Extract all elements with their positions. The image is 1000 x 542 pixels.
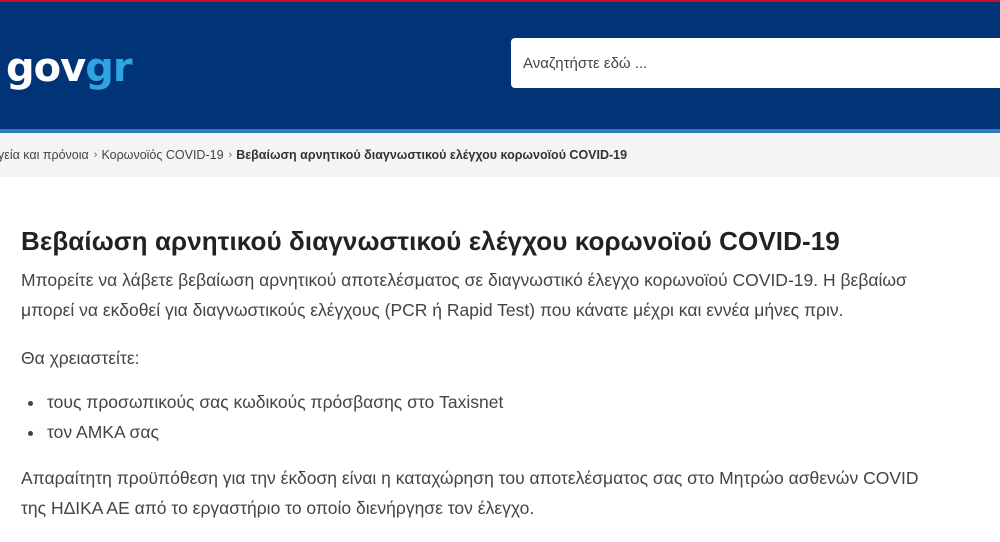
breadcrumb-link-covid[interactable]: Κορωνοϊός COVID-19: [101, 148, 223, 162]
breadcrumb-current: Βεβαίωση αρνητικού διαγνωστικού ελέγχου …: [236, 148, 628, 162]
site-header: govgr: [0, 2, 1000, 129]
precondition-paragraph: Απαραίτητη προϋπόθεση για την έκδοση είν…: [21, 463, 1000, 523]
requirements-list: τους προσωπικούς σας κωδικούς πρόσβασης …: [21, 387, 1000, 447]
intro-line-2: μπορεί να εκδοθεί για διαγνωστικούς ελέγ…: [21, 300, 844, 320]
breadcrumb-list: γεία και πρόνοια › Κορωνοϊός COVID-19 › …: [0, 133, 627, 177]
list-item: τους προσωπικούς σας κωδικούς πρόσβασης …: [45, 387, 1000, 417]
breadcrumb-link-health[interactable]: γεία και πρόνοια: [0, 148, 89, 162]
page-title: Βεβαίωση αρνητικού διαγνωστικού ελέγχου …: [21, 226, 840, 256]
main-content: Βεβαίωση αρνητικού διαγνωστικού ελέγχου …: [21, 222, 1000, 523]
logo-text-gr: gr: [85, 45, 132, 91]
precondition-line-1: Απαραίτητη προϋπόθεση για την έκδοση είν…: [21, 468, 919, 488]
chevron-right-icon: ›: [228, 149, 233, 161]
requirements-heading: Θα χρειαστείτε:: [21, 348, 140, 368]
breadcrumb: γεία και πρόνοια › Κορωνοϊός COVID-19 › …: [0, 133, 1000, 177]
logo-text-gov: gov: [6, 45, 86, 91]
intro-paragraph: Μπορείτε να λάβετε βεβαίωση αρνητικού απ…: [21, 265, 1000, 325]
intro-line-1: Μπορείτε να λάβετε βεβαίωση αρνητικού απ…: [21, 270, 907, 290]
list-item: τον ΑΜΚΑ σας: [45, 417, 1000, 447]
precondition-line-2: της ΗΔΙΚΑ ΑΕ από το εργαστήριο το οποίο …: [21, 498, 535, 518]
chevron-right-icon: ›: [93, 149, 98, 161]
search-input[interactable]: [511, 38, 1000, 88]
govgr-logo[interactable]: govgr: [6, 40, 133, 96]
